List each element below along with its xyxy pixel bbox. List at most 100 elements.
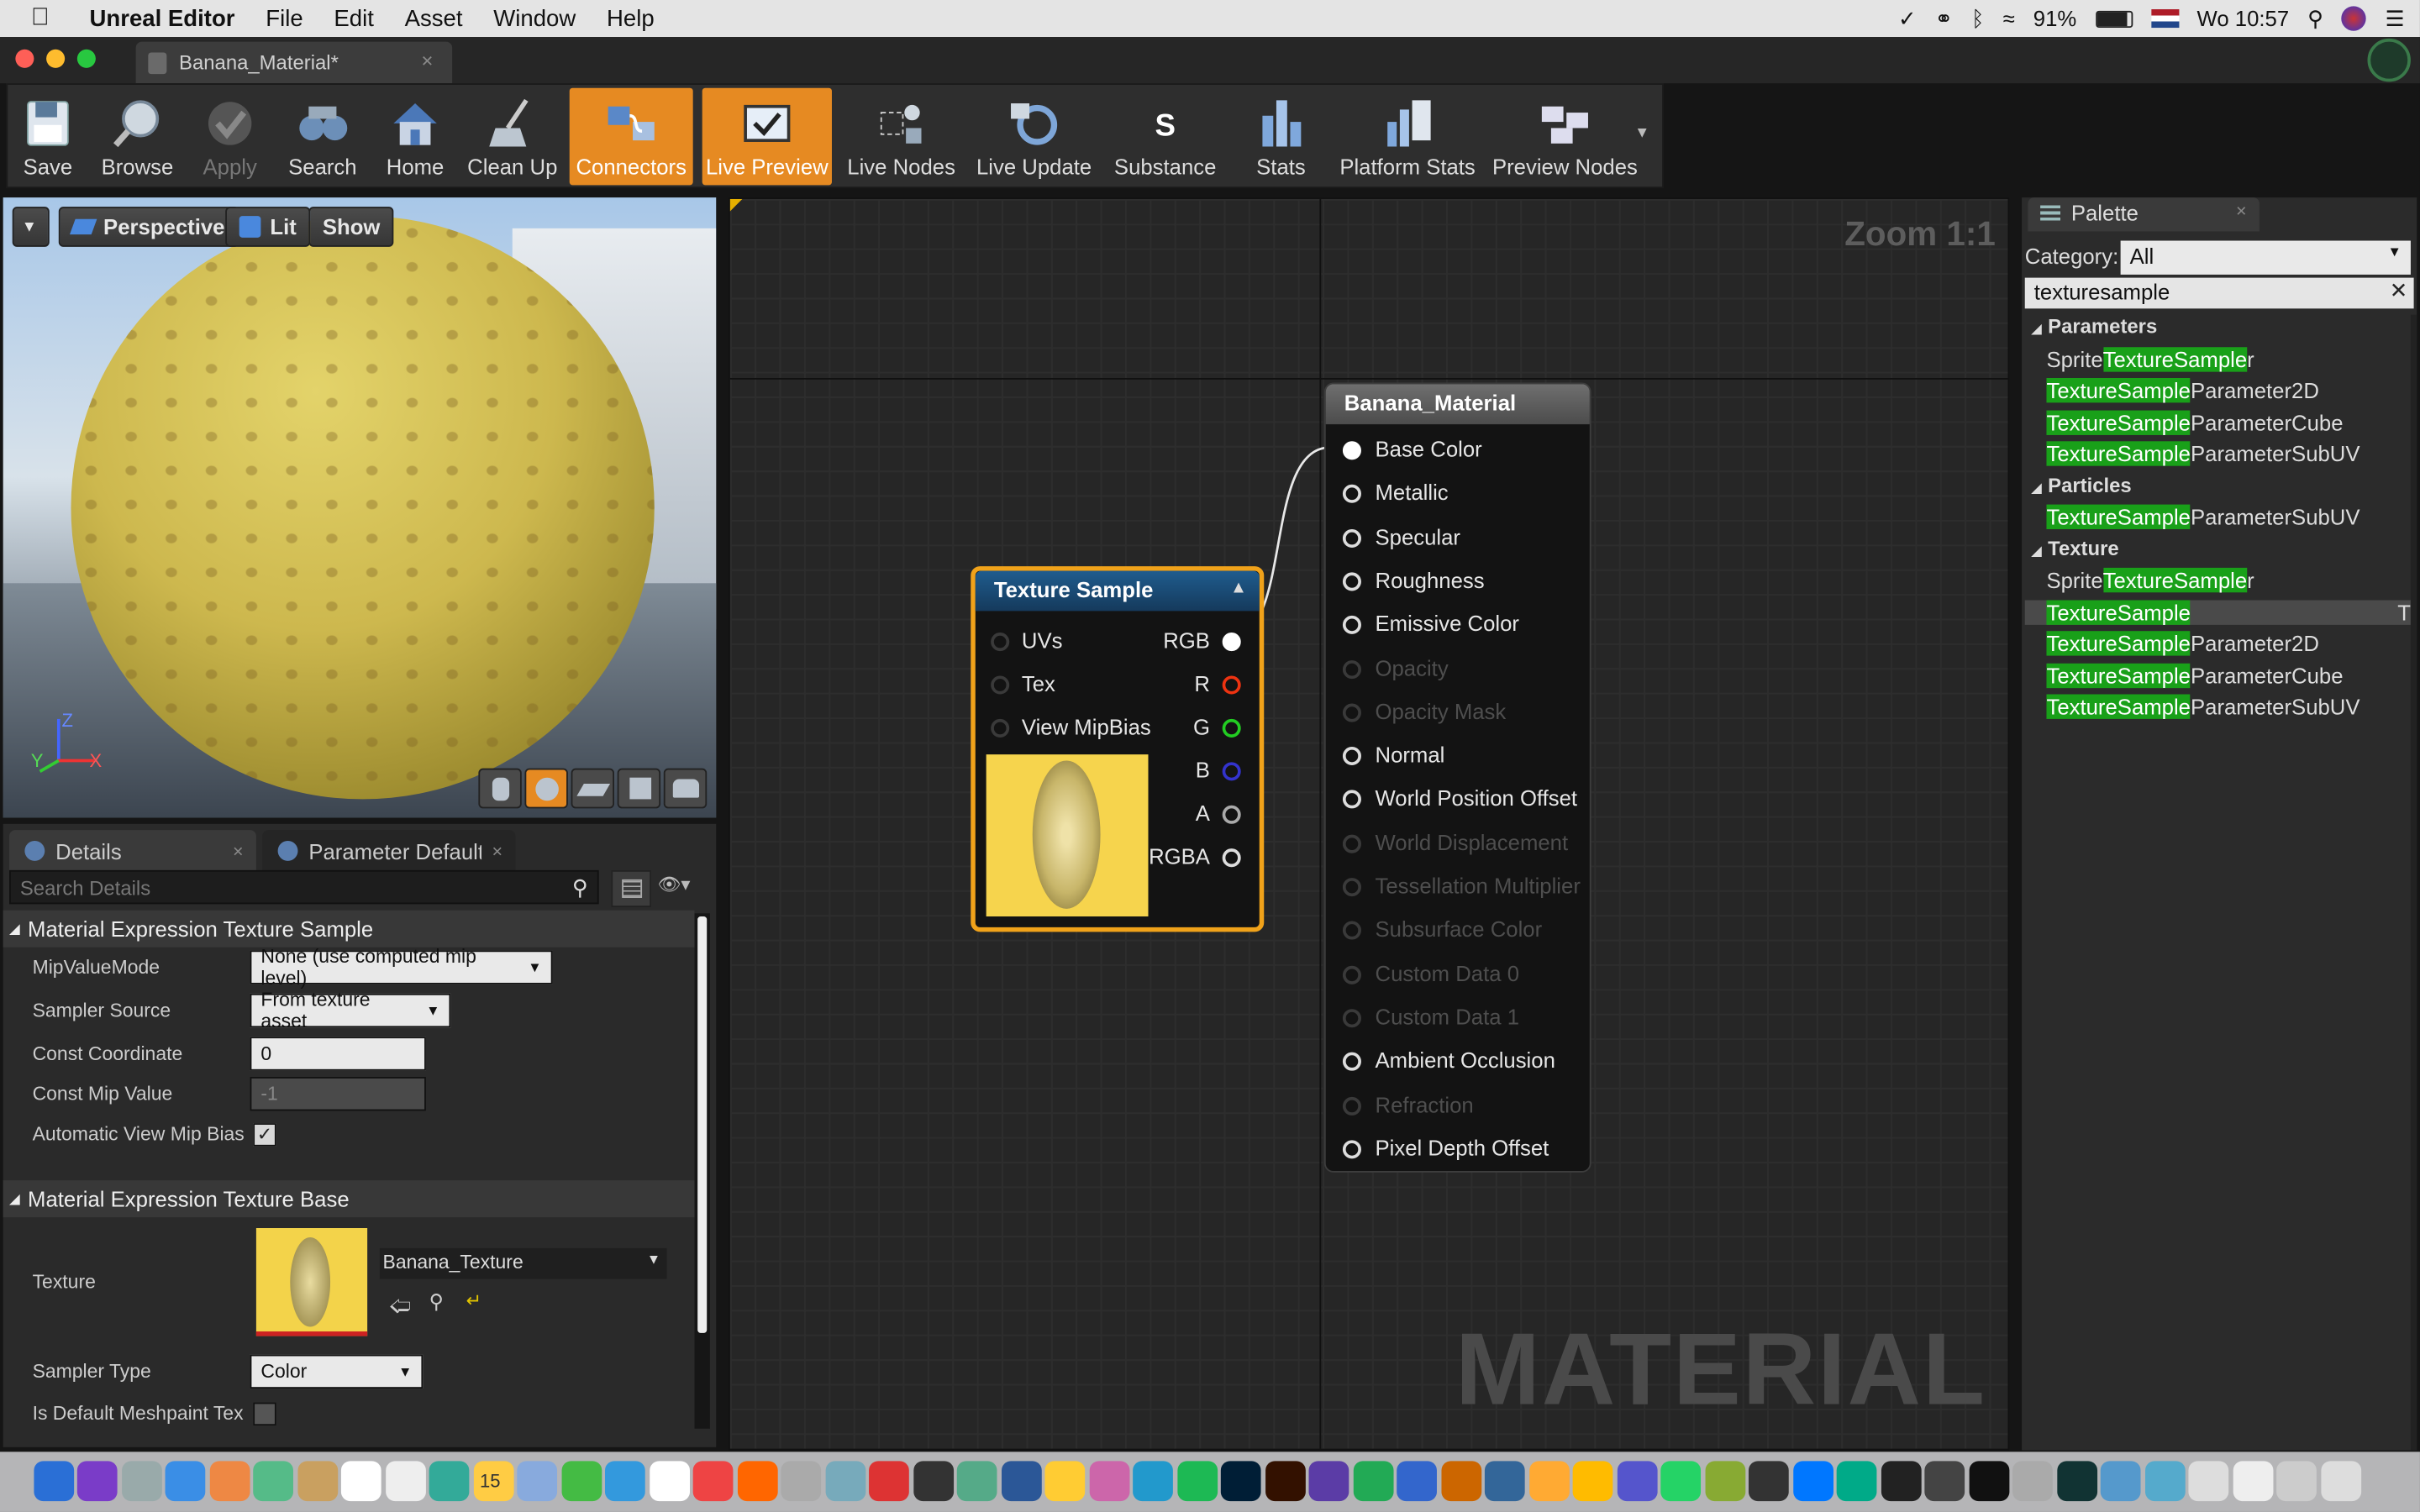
- dock-app-icon[interactable]: [2320, 1461, 2361, 1502]
- palette-item-selected[interactable]: TextureSample T: [2024, 599, 2411, 624]
- dock-app-icon[interactable]: [693, 1461, 734, 1502]
- dock-app-icon[interactable]: [869, 1461, 910, 1502]
- dock-app-icon[interactable]: [1353, 1461, 1393, 1502]
- palette-item[interactable]: TextureSampleParameterSubUV: [2046, 504, 2360, 529]
- search-button[interactable]: Search: [279, 88, 366, 186]
- dock-app-icon[interactable]: [2276, 1461, 2317, 1502]
- reset-to-default-icon[interactable]: ↵: [466, 1289, 481, 1311]
- custom-data-0-input-pin[interactable]: [1342, 965, 1361, 984]
- toolbar-overflow-icon[interactable]: ▼: [1634, 125, 1649, 142]
- palette-item[interactable]: TextureSampleParameterCube: [2046, 662, 2344, 688]
- wifi-icon[interactable]: ≈: [2003, 6, 2015, 30]
- spotlight-icon[interactable]: ⚲: [2307, 5, 2323, 31]
- specular-input-pin[interactable]: [1342, 528, 1361, 548]
- g-output-pin[interactable]: [1222, 718, 1241, 738]
- section-texture-sample[interactable]: ◢ Material Expression Texture Sample: [3, 910, 695, 948]
- dock-app-icon[interactable]: [2056, 1461, 2097, 1502]
- tex-input-pin[interactable]: [991, 675, 1010, 695]
- dock-app-icon[interactable]: [1176, 1461, 1218, 1502]
- flag-icon[interactable]: [2150, 9, 2179, 29]
- rgba-output-pin[interactable]: [1222, 848, 1241, 868]
- details-scrollbar[interactable]: [694, 913, 710, 1429]
- dock-app-icon[interactable]: [2144, 1461, 2185, 1502]
- details-tab-close-icon[interactable]: ✕: [232, 843, 244, 860]
- menu-help[interactable]: Help: [592, 5, 670, 31]
- section-texture-base[interactable]: ◢ Material Expression Texture Base: [3, 1180, 695, 1218]
- palette-category-parameters[interactable]: ◢ Parameters: [2031, 315, 2157, 339]
- lit-button[interactable]: Lit: [225, 207, 311, 247]
- live-nodes-button[interactable]: Live Nodes: [841, 88, 961, 186]
- show-button[interactable]: Show: [308, 207, 394, 247]
- dock-app-icon[interactable]: [649, 1461, 690, 1502]
- preview-cube-button[interactable]: [617, 768, 661, 809]
- platform-stats-button[interactable]: Platform Stats: [1332, 88, 1483, 186]
- menu-window[interactable]: Window: [478, 5, 592, 31]
- palette-item[interactable]: TextureSampleParameterSubUV: [2046, 441, 2360, 466]
- preview-plane-button[interactable]: [571, 768, 615, 809]
- auto-view-mip-bias-checkbox[interactable]: ✓: [253, 1123, 276, 1147]
- collapse-node-icon[interactable]: ▲: [1230, 579, 1247, 597]
- clear-search-icon[interactable]: ✕: [2390, 278, 2408, 304]
- emissive-color-input-pin[interactable]: [1342, 616, 1361, 635]
- ambient-occlusion-input-pin[interactable]: [1342, 1052, 1361, 1072]
- apply-button[interactable]: Apply: [187, 88, 273, 186]
- view-mipbias-input-pin[interactable]: [991, 718, 1010, 738]
- dock-app-icon[interactable]: [1089, 1461, 1130, 1502]
- material-graph-canvas[interactable]: Zoom 1:1 MATERIAL Texture Sample ▲ UVs T…: [728, 197, 2010, 1451]
- dock-app-icon[interactable]: [1881, 1461, 1921, 1502]
- palette-tab[interactable]: Palette ✕: [2028, 197, 2260, 232]
- dock-app-icon[interactable]: [1308, 1461, 1349, 1502]
- dock-app-icon[interactable]: [1044, 1461, 1086, 1502]
- battery-icon[interactable]: [2095, 9, 2133, 28]
- normal-input-pin[interactable]: [1342, 747, 1361, 766]
- pixel-depth-offset-input-pin[interactable]: [1342, 1139, 1361, 1158]
- dock-app-icon[interactable]: [1221, 1461, 1262, 1502]
- siri-icon[interactable]: [2342, 6, 2367, 31]
- dock-app-icon[interactable]: [2012, 1461, 2053, 1502]
- const-coordinate-input[interactable]: 0: [250, 1037, 426, 1071]
- dock-app-icon[interactable]: [254, 1461, 294, 1502]
- calendar-dock-icon[interactable]: 15: [473, 1461, 514, 1502]
- palette-scrollbar[interactable]: [2410, 314, 2417, 1451]
- browse-asset-icon[interactable]: ⚲: [429, 1289, 445, 1314]
- live-update-button[interactable]: Live Update: [971, 88, 1097, 186]
- palette-category-particles[interactable]: ◢ Particles: [2031, 473, 2132, 496]
- mip-value-mode-select[interactable]: None (use computed mip level) ▼: [250, 946, 553, 989]
- dock-app-icon[interactable]: [429, 1461, 471, 1502]
- dock-app-icon[interactable]: [2232, 1461, 2273, 1502]
- asset-tab[interactable]: Banana_Material* ✕: [135, 41, 453, 84]
- opacity-input-pin[interactable]: [1342, 659, 1361, 679]
- world-position-offset-input-pin[interactable]: [1342, 790, 1361, 810]
- palette-category-texture[interactable]: ◢ Texture: [2031, 536, 2119, 559]
- creative-cloud-icon[interactable]: ⚭: [1935, 5, 1954, 31]
- dock-app-icon[interactable]: [297, 1461, 339, 1502]
- dock-app-icon[interactable]: [518, 1461, 558, 1502]
- palette-search-input[interactable]: texturesample ✕: [2024, 277, 2414, 309]
- preview-viewport[interactable]: ▼ Perspective Lit Show Z Y X: [3, 197, 717, 818]
- visibility-filter-button[interactable]: 👁▾: [657, 874, 713, 905]
- menu-app-name[interactable]: Unreal Editor: [65, 5, 250, 31]
- dock-app-icon[interactable]: [1440, 1461, 1481, 1502]
- live-preview-toggle[interactable]: Live Preview: [702, 87, 832, 186]
- menu-asset[interactable]: Asset: [389, 5, 478, 31]
- preview-nodes-button[interactable]: Preview Nodes: [1492, 88, 1638, 186]
- dock-app-icon[interactable]: [2188, 1461, 2229, 1502]
- stats-button[interactable]: Stats: [1243, 88, 1320, 186]
- dock-app-icon[interactable]: [1001, 1461, 1042, 1502]
- perspective-button[interactable]: Perspective: [58, 207, 239, 247]
- params-tab-close-icon[interactable]: ✕: [492, 843, 503, 860]
- home-button[interactable]: Home: [372, 88, 459, 186]
- texture-asset-select[interactable]: Banana_Texture ▼: [379, 1247, 667, 1279]
- palette-item[interactable]: TextureSampleParameter2D: [2046, 631, 2319, 656]
- dock-app-icon[interactable]: [1528, 1461, 1570, 1502]
- tessellation-multiplier-input-pin[interactable]: [1342, 878, 1361, 897]
- dock-app-icon[interactable]: [825, 1461, 866, 1502]
- a-output-pin[interactable]: [1222, 805, 1241, 824]
- tab-close-icon[interactable]: ✕: [421, 54, 434, 71]
- dock-app-icon[interactable]: [913, 1461, 954, 1502]
- refraction-input-pin[interactable]: [1342, 1095, 1361, 1116]
- menubar-clock[interactable]: Wo 10:57: [2197, 6, 2290, 30]
- uvs-input-pin[interactable]: [991, 633, 1010, 652]
- dock-app-icon[interactable]: [1397, 1461, 1438, 1502]
- dock-app-icon[interactable]: [1265, 1461, 1306, 1502]
